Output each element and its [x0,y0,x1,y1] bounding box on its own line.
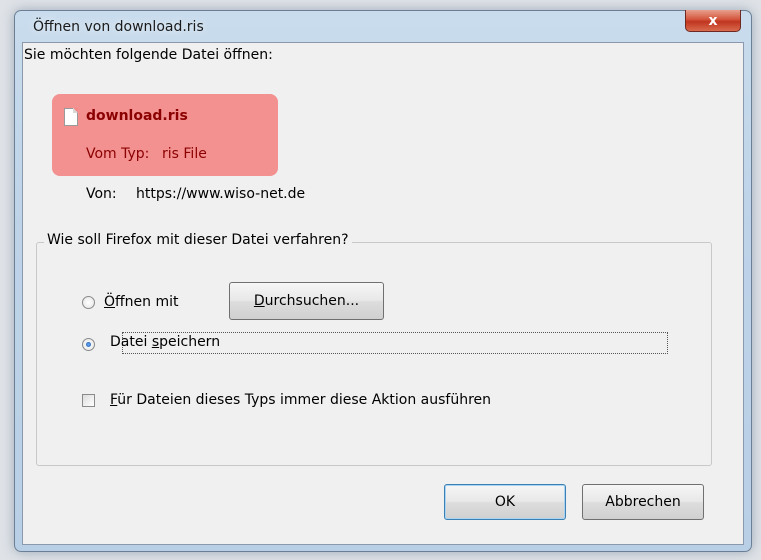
action-groupbox [36,242,712,466]
source-label: Von: [86,186,117,202]
title-bar[interactable]: Öffnen von download.ris [15,11,751,43]
save-file-label[interactable]: Datei speichern [110,334,220,350]
close-icon: x [708,12,718,29]
open-prompt: Sie möchten folgende Datei öffnen: [24,47,273,63]
always-do-label[interactable]: Für Dateien dieses Typs immer diese Akti… [110,392,491,408]
close-button[interactable]: x [685,10,741,32]
always-do-checkbox[interactable] [82,394,95,407]
ok-button[interactable]: OK [444,484,566,520]
browse-button[interactable]: Durchsuchen... [229,282,384,320]
save-file-radio[interactable] [82,338,95,351]
cancel-button[interactable]: Abbrechen [582,484,704,520]
file-type-label: Vom Typ: [86,146,150,162]
open-with-radio[interactable] [82,296,95,309]
open-with-label[interactable]: Öffnen mit [104,294,179,310]
highlight-overlay [52,94,278,176]
file-type-value: ris File [162,146,207,162]
source-url: https://www.wiso-net.de [136,186,306,202]
window-title: Öffnen von download.ris [33,19,204,35]
file-name: download.ris [86,108,188,124]
action-group-legend: Wie soll Firefox mit dieser Datei verfah… [44,232,352,248]
file-icon [64,108,78,126]
